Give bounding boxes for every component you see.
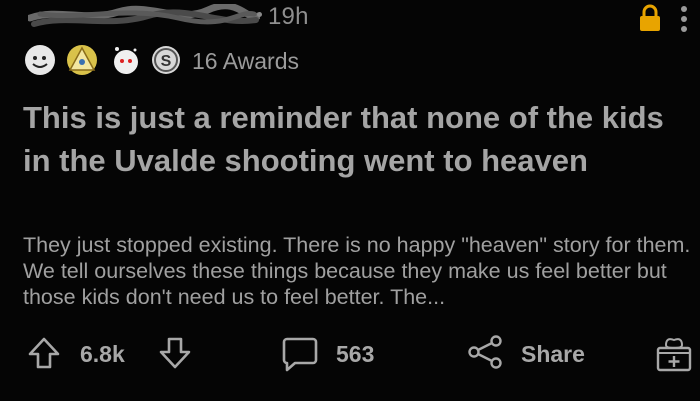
separator-dot <box>257 12 262 17</box>
post-age: 19h <box>268 3 309 30</box>
downvote-icon[interactable] <box>158 336 192 370</box>
heartwarming-award-icon <box>114 47 138 74</box>
comment-icon[interactable] <box>281 336 319 372</box>
give-award-icon[interactable] <box>655 336 693 372</box>
post-title[interactable]: This is just a reminder that none of the… <box>23 96 683 182</box>
comment-count[interactable]: 563 <box>336 341 374 368</box>
wholesome-award-icon <box>25 45 55 75</box>
post-body-preview[interactable]: They just stopped existing. There is no … <box>23 232 693 310</box>
silver-award-icon: S <box>152 46 180 74</box>
share-button[interactable]: Share <box>521 341 585 368</box>
vote-count: 6.8k <box>80 341 125 367</box>
awards-count: 16 Awards <box>192 48 299 74</box>
awards-row[interactable]: S 16 Awards <box>22 42 342 78</box>
post-header: 19h <box>0 0 700 40</box>
svg-text:S: S <box>161 53 172 70</box>
more-vertical-icon[interactable] <box>679 4 689 34</box>
redacted-username-scribble <box>28 4 260 27</box>
upvote-icon[interactable] <box>27 336 61 370</box>
post-action-bar: 6.8k 563 Share <box>0 332 700 376</box>
lock-icon <box>640 4 660 31</box>
share-icon[interactable] <box>467 334 503 370</box>
helpful-award-icon <box>67 45 97 75</box>
